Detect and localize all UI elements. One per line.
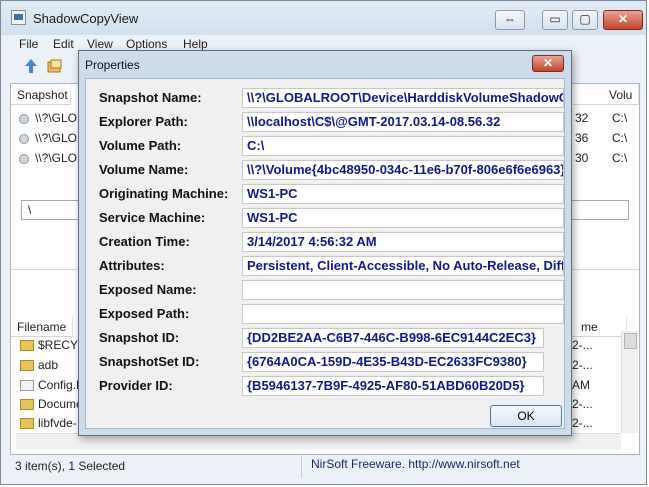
value-volume-name[interactable]: \\?\Volume{4bc48950-034c-11e6-b70f-806e6… [242, 160, 564, 180]
column-header-time[interactable]: me [567, 317, 627, 337]
minimize-button[interactable]: ▭ [542, 10, 568, 30]
snapshot-name-cell[interactable]: \\?\GLO [35, 131, 79, 145]
label-service-machine: Service Machine: [99, 210, 206, 225]
folder-icon [20, 399, 34, 410]
value-attributes[interactable]: Persistent, Client-Accessible, No Auto-R… [242, 256, 564, 276]
file-time-cell: 2-... [572, 338, 593, 352]
status-divider [301, 456, 302, 478]
menu-view[interactable]: View [87, 37, 113, 51]
value-exposed-path[interactable] [242, 304, 564, 324]
status-count: 3 item(s), 1 Selected [15, 459, 126, 473]
status-brand[interactable]: NirSoft Freeware. http://www.nirsoft.net [311, 457, 520, 471]
file-name-cell[interactable]: Docume [38, 397, 78, 411]
value-originating-machine[interactable]: WS1-PC [242, 184, 564, 204]
value-creation-time[interactable]: 3/14/2017 4:56:32 AM [242, 232, 564, 252]
column-header-volume[interactable]: Volu [573, 85, 639, 105]
label-creation-time: Creation Time: [99, 234, 190, 249]
label-exposed-name: Exposed Name: [99, 282, 197, 297]
dialog-close-button[interactable]: ✕ [532, 55, 564, 72]
title-bar: ShadowCopyView ⇔ ▭ ▢ ✕ [1, 1, 646, 35]
snapshot-icon [19, 134, 29, 144]
value-snapshotset-id[interactable]: {6764A0CA-159D-4E35-B43D-EC2633FC9380} [242, 352, 544, 372]
label-explorer-path: Explorer Path: [99, 114, 188, 129]
file-time-cell: 2-... [572, 397, 593, 411]
label-provider-id: Provider ID: [99, 378, 173, 393]
value-snapshot-name[interactable]: \\?\GLOBALROOT\Device\HarddiskVolumeShad… [242, 88, 564, 108]
value-exposed-name[interactable] [242, 280, 564, 300]
maximize-button[interactable]: ▢ [572, 10, 598, 30]
label-exposed-path: Exposed Path: [99, 306, 190, 321]
folder-icon [20, 340, 34, 351]
value-volume-path[interactable]: C:\ [242, 136, 564, 156]
value-explorer-path[interactable]: \\localhost\C$\@GMT-2017.03.14-08.56.32 [242, 112, 564, 132]
file-name-cell[interactable]: libfvde- [38, 416, 78, 430]
label-originating-machine: Originating Machine: [99, 186, 229, 201]
file-time-cell: 2-... [572, 358, 593, 372]
snapshot-name-cell[interactable]: \\?\GLO [35, 151, 79, 165]
menu-bar: File Edit View Options Help [7, 35, 646, 51]
app-icon [11, 10, 26, 25]
folder-icon [20, 418, 34, 429]
menu-help[interactable]: Help [183, 37, 208, 51]
dialog-title: Properties [85, 58, 140, 72]
file-name-cell[interactable]: $RECYC [38, 338, 78, 352]
label-snapshotset-id: SnapshotSet ID: [99, 354, 200, 369]
label-volume-name: Volume Name: [99, 162, 189, 177]
status-bar: 3 item(s), 1 Selected NirSoft Freeware. … [1, 456, 646, 484]
file-icon [20, 380, 34, 391]
column-header-filename[interactable]: Filename [11, 317, 73, 337]
dialog-body: Snapshot Name: \\?\GLOBALROOT\Device\Har… [85, 78, 565, 429]
label-snapshot-name: Snapshot Name: [99, 90, 202, 105]
label-snapshot-id: Snapshot ID: [99, 330, 180, 345]
folder-copy-icon[interactable] [47, 58, 63, 74]
window-title: ShadowCopyView [33, 11, 139, 26]
label-volume-path: Volume Path: [99, 138, 182, 153]
snapshot-volume-cell: C:\ [612, 111, 628, 125]
arrow-up-icon[interactable] [23, 58, 39, 74]
file-time-cell: AM [572, 378, 590, 392]
snapshot-num-cell: 36 [575, 131, 589, 145]
vertical-scrollbar[interactable] [621, 331, 638, 433]
properties-dialog: Properties ✕ Snapshot Name: \\?\GLOBALRO… [78, 50, 572, 436]
snapshot-volume-cell: C:\ [612, 151, 628, 165]
snapshot-num-cell: 32 [575, 111, 589, 125]
close-button[interactable]: ✕ [603, 10, 643, 30]
value-provider-id[interactable]: {B5946137-7B9F-4925-AF80-51ABD60B20D5} [242, 376, 544, 396]
snapshot-name-cell[interactable]: \\?\GLO [35, 111, 79, 125]
menu-file[interactable]: File [19, 37, 38, 51]
snapshot-num-cell: 30 [575, 151, 589, 165]
snapshot-icon [19, 114, 29, 124]
file-name-cell[interactable]: adb [38, 358, 78, 372]
ok-button[interactable]: OK [490, 405, 562, 427]
path-field-value: \ [28, 203, 32, 217]
scroll-thumb[interactable] [624, 333, 637, 349]
menu-edit[interactable]: Edit [53, 37, 74, 51]
file-name-cell[interactable]: Config.M [38, 378, 78, 392]
folder-icon [20, 360, 34, 371]
snapshot-volume-cell: C:\ [612, 131, 628, 145]
snap-button[interactable]: ⇔ [495, 10, 525, 30]
file-time-cell: 2-... [572, 416, 593, 430]
value-service-machine[interactable]: WS1-PC [242, 208, 564, 228]
value-snapshot-id[interactable]: {DD2BE2AA-C6B7-446C-B998-6EC9144C2EC3} [242, 328, 544, 348]
snapshot-icon [19, 154, 29, 164]
menu-options[interactable]: Options [126, 37, 167, 51]
label-attributes: Attributes: [99, 258, 165, 273]
column-header-snapshot-name[interactable]: Snapshot N [11, 85, 71, 105]
